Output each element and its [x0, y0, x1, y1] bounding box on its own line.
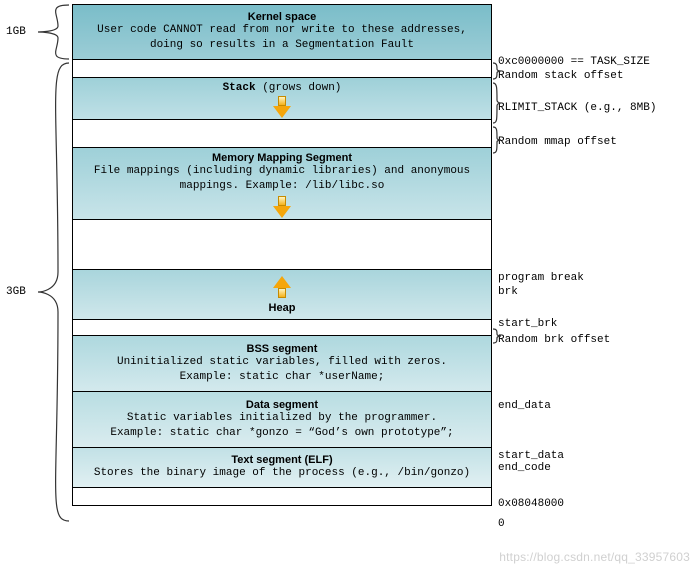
label-start-brk: start_brk [498, 318, 557, 330]
kernel-desc: User code CANNOT read from nor write to … [81, 23, 483, 53]
label-brk: brk [498, 286, 518, 298]
label-task-size: 0xc0000000 == TASK_SIZE [498, 56, 650, 68]
segment-kernel: Kernel space User code CANNOT read from … [72, 4, 492, 60]
mmap-desc: File mappings (including dynamic librari… [81, 164, 483, 194]
bss-desc2: Example: static char *userName; [180, 370, 385, 385]
data-desc1: Static variables initialized by the prog… [127, 411, 437, 426]
brace-left-icon [30, 62, 70, 522]
data-title: Data segment [246, 399, 318, 411]
arrow-up-icon [273, 276, 291, 298]
label-end-data: end_data [498, 400, 551, 412]
segment-stack: Stack (grows down) [72, 78, 492, 120]
label-addr-text: 0x08048000 [498, 498, 564, 510]
segment-mmap: Memory Mapping Segment File mappings (in… [72, 148, 492, 220]
bss-desc1: Uninitialized static variables, filled w… [117, 355, 447, 370]
brace-right-icon [492, 328, 502, 344]
text-desc: Stores the binary image of the process (… [94, 466, 470, 481]
label-random-mmap: Random mmap offset [498, 136, 617, 148]
gap-stack-offset [72, 60, 492, 78]
bss-title: BSS segment [247, 343, 318, 355]
label-random-stack: Random stack offset [498, 70, 623, 82]
brace-left-icon [30, 4, 70, 60]
brace-right-icon [492, 62, 502, 80]
segment-heap: Heap [72, 270, 492, 320]
segment-data: Data segment Static variables initialize… [72, 392, 492, 448]
label-start-data: start_data [498, 450, 564, 462]
stack-title-row: Stack (grows down) [223, 82, 342, 94]
label-random-brk: Random brk offset [498, 334, 610, 346]
label-rlimit-stack: RLIMIT_STACK (e.g., 8MB) [498, 102, 656, 114]
stack-title: Stack [223, 82, 256, 94]
heap-title: Heap [269, 302, 296, 314]
label-program-break: program break [498, 272, 584, 284]
arrow-down-icon [273, 196, 291, 215]
text-title: Text segment (ELF) [231, 454, 332, 466]
arrow-down-icon [273, 96, 291, 115]
brace-right-icon [492, 126, 502, 154]
brace-right-icon [492, 82, 502, 124]
stack-subtitle: (grows down) [256, 82, 342, 94]
segment-text: Text segment (ELF) Stores the binary ima… [72, 448, 492, 488]
watermark: https://blog.csdn.net/qq_33957603 [499, 550, 690, 564]
label-3gb: 3GB [6, 286, 26, 298]
label-zero: 0 [498, 518, 505, 530]
label-end-code: end_code [498, 462, 551, 474]
gap-heap-above [72, 220, 492, 270]
label-1gb: 1GB [6, 26, 26, 38]
gap-bottom [72, 488, 492, 506]
kernel-title: Kernel space [248, 11, 316, 23]
gap-mmap-offset [72, 120, 492, 148]
mmap-title: Memory Mapping Segment [212, 152, 352, 164]
gap-brk-offset [72, 320, 492, 336]
data-desc2: Example: static char *gonzo = “God’s own… [110, 426, 453, 441]
segment-bss: BSS segment Uninitialized static variabl… [72, 336, 492, 392]
memory-layout-diagram: Kernel space User code CANNOT read from … [72, 4, 492, 506]
